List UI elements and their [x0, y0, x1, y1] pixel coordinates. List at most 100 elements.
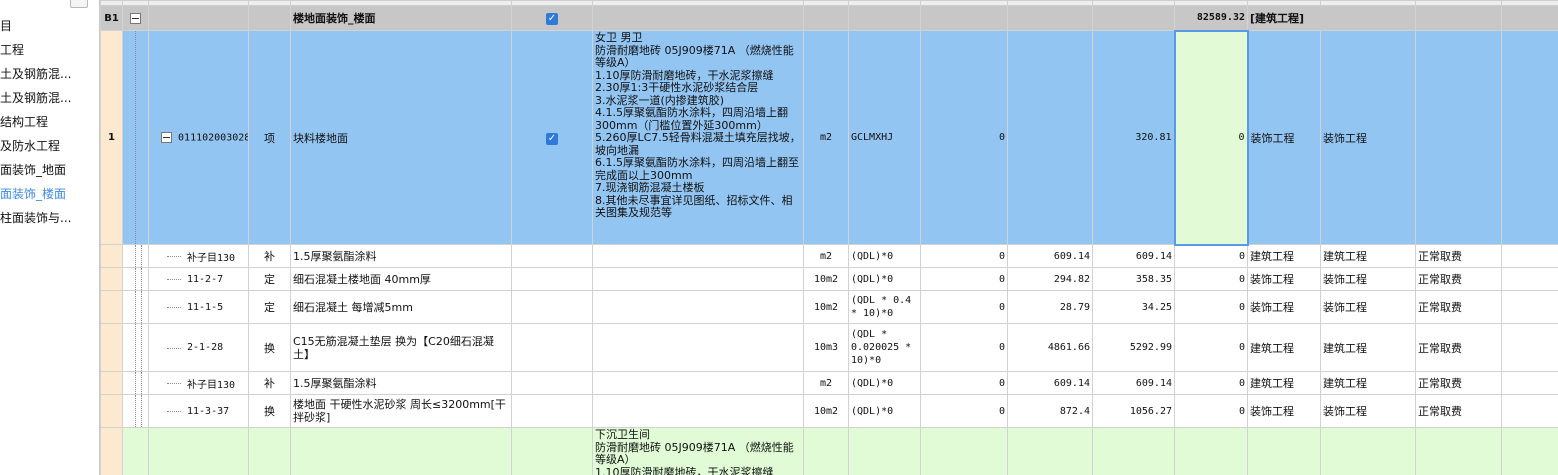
sub-category[interactable]: 装饰工程: [1320, 394, 1416, 428]
sub-code[interactable]: 11-2-7: [148, 267, 249, 291]
row-number-cell: [100, 290, 123, 324]
sub-item-row[interactable]: 2-1-28 换 C15无筋混凝土垫层 换为【C20细石混凝土】 10m3 (QDL *…: [100, 323, 1558, 372]
item-total[interactable]: 0: [1173, 29, 1249, 246]
sub-code[interactable]: 11-3-37: [148, 394, 249, 428]
budget-grid: B1 楼地面装饰_楼面 ✓ 82589.32 [建筑工程] 1 01110200…: [100, 0, 1558, 475]
sub-code-text: 补子目130: [187, 379, 236, 391]
sidebar-item[interactable]: 及防水工程: [0, 136, 98, 156]
next-row-cell: [1247, 427, 1321, 475]
sidebar-scroll-handle[interactable]: [70, 0, 88, 8]
sub-expr[interactable]: (QDL)*0: [848, 371, 921, 395]
item-name[interactable]: 块料楼地面: [290, 30, 512, 245]
sub-category[interactable]: 建筑工程: [1320, 371, 1416, 395]
sub-profession[interactable]: 装饰工程: [1247, 267, 1321, 291]
sidebar-item[interactable]: 土及钢筋混...: [0, 88, 98, 108]
sub-item-row[interactable]: 11-2-7 定细石混凝土楼地面 40mm厚 10m2 (QDL)*0 0 294.82 3…: [100, 267, 1558, 291]
section-price-cell: [1007, 5, 1093, 31]
description-line: 女卫 男卫: [595, 31, 643, 44]
sidebar-item[interactable]: 结构工程: [0, 112, 98, 132]
sub-expr[interactable]: (QDL * 0.020025 * 10)*0: [848, 323, 921, 372]
sub-qty[interactable]: 0: [920, 244, 1008, 268]
item-qty[interactable]: 0: [920, 30, 1008, 245]
sub-code[interactable]: 补子目130: [148, 371, 249, 395]
sub-code[interactable]: 2-1-28: [148, 323, 249, 372]
sub-expr[interactable]: (QDL)*0: [848, 394, 921, 428]
sub-category[interactable]: 装饰工程: [1320, 267, 1416, 291]
sub-item-row[interactable]: 11-3-37 换楼地面 干硬性水泥砂浆 周长≤3200mm[干拌砂浆] 10m2(…: [100, 394, 1558, 428]
sidebar-item[interactable]: 土及钢筋混...: [0, 64, 98, 84]
sub-code[interactable]: 补子目130: [148, 244, 249, 268]
section-check-cell[interactable]: ✓: [511, 5, 593, 31]
item-expr[interactable]: GCLMXHJ: [848, 30, 921, 245]
main-code-cell[interactable]: 011102003028: [148, 30, 249, 245]
item-fee[interactable]: [1415, 30, 1502, 245]
sub-name[interactable]: 1.5厚聚氨酯涂料: [290, 371, 512, 395]
sub-qty[interactable]: 0: [920, 290, 1008, 324]
row-number-cell: [100, 371, 123, 395]
sub-expr[interactable]: (QDL * 0.4 * 10)*0: [848, 290, 921, 324]
description-line: 4.1.5厚聚氨酯防水涂料，四周沿墙上翻300mm（门槛位置外延300mm）: [595, 106, 788, 132]
sub-fee[interactable]: 正常取费: [1415, 244, 1502, 268]
section-collapse-cell[interactable]: [122, 5, 149, 31]
description-line: 1.10厚防滑耐磨地砖，干水泥浆擦缝: [595, 465, 774, 475]
sub-profession[interactable]: 装饰工程: [1247, 290, 1321, 324]
checkbox-checked-icon[interactable]: ✓: [546, 132, 558, 145]
sidebar-item[interactable]: 面装饰_地面: [0, 160, 98, 180]
sub-qty[interactable]: 0: [920, 371, 1008, 395]
sub-unit: m2: [803, 244, 849, 268]
sub-qty[interactable]: 0: [920, 267, 1008, 291]
sub-name[interactable]: 1.5厚聚氨酯涂料: [290, 244, 512, 268]
sub-expr[interactable]: (QDL)*0: [848, 244, 921, 268]
sub-qty[interactable]: 0: [920, 323, 1008, 372]
checkbox-checked-icon[interactable]: ✓: [546, 13, 558, 25]
tree-cell: [122, 371, 149, 395]
main-item-row[interactable]: 1 011102003028 项 块料楼地面 ✓ 女卫 男卫 防滑耐磨地砖 05J…: [100, 29, 1558, 246]
sub-item-row[interactable]: 补子目130 补 1.5厚聚氨酯涂料 m2 (QDL)*0 0 609.14 609.14 0 建…: [100, 244, 1558, 268]
tree-cell: [122, 290, 149, 324]
section-fee-cell: [1501, 5, 1558, 31]
sub-category[interactable]: 装饰工程: [1320, 290, 1416, 324]
item-check-cell[interactable]: ✓: [511, 30, 593, 245]
sub-expr[interactable]: (QDL)*0: [848, 267, 921, 291]
sidebar-item[interactable]: 面装饰_楼面: [0, 184, 98, 204]
sub-name[interactable]: 细石混凝土 每增减5mm: [290, 290, 512, 324]
sub-fee[interactable]: 正常取费: [1415, 267, 1502, 291]
next-row-cell: [1092, 427, 1175, 475]
sub-item-row[interactable]: 补子目130 补 1.5厚聚氨酯涂料 m2 (QDL)*0 0 609.14 609.14 0 建…: [100, 371, 1558, 395]
section-amount-cell: [1092, 5, 1175, 31]
sub-code[interactable]: 11-1-5: [148, 290, 249, 324]
sub-profession[interactable]: 建筑工程: [1247, 371, 1321, 395]
sub-profession[interactable]: 建筑工程: [1247, 244, 1321, 268]
sub-type: 换: [248, 323, 291, 372]
sidebar-item[interactable]: 目: [0, 16, 98, 36]
item-description[interactable]: 女卫 男卫 防滑耐磨地砖 05J909楼71A （燃烧性能等级A） 1.10厚防滑耐…: [592, 30, 804, 245]
section-row[interactable]: B1 楼地面装饰_楼面 ✓ 82589.32 [建筑工程]: [100, 5, 1558, 31]
sidebar-item[interactable]: 工程: [0, 40, 98, 60]
sub-extra-cell: [1501, 394, 1558, 428]
sub-category[interactable]: 建筑工程: [1320, 244, 1416, 268]
sub-fee[interactable]: 正常取费: [1415, 371, 1502, 395]
sub-name[interactable]: C15无筋混凝土垫层 换为【C20细石混凝土】: [290, 323, 512, 372]
item-profession[interactable]: 装饰工程: [1247, 30, 1321, 245]
row-number-cell: [100, 244, 123, 268]
item-category[interactable]: 装饰工程: [1320, 30, 1416, 245]
sub-item-row[interactable]: 11-1-5 定细石混凝土 每增减5mm 10m2 (QDL * 0.4 * 10)*…: [100, 290, 1558, 324]
collapse-icon[interactable]: [161, 131, 172, 143]
sub-qty[interactable]: 0: [920, 394, 1008, 428]
sub-fee[interactable]: 正常取费: [1415, 290, 1502, 324]
sub-name[interactable]: 楼地面 干硬性水泥砂浆 周长≤3200mm[干拌砂浆]: [290, 394, 512, 428]
item-type: 项: [248, 30, 291, 245]
sub-amount: 5292.99: [1092, 323, 1175, 372]
sub-profession[interactable]: 装饰工程: [1247, 394, 1321, 428]
next-item-description: 下沉卫生间 防滑耐磨地砖 05J909楼71A （燃烧性能等级A） 1.10厚防滑耐…: [592, 427, 804, 475]
sub-fee[interactable]: 正常取费: [1415, 323, 1502, 372]
item-price: [1007, 30, 1093, 245]
collapse-icon[interactable]: [130, 13, 141, 24]
sub-check-cell: [511, 244, 593, 268]
sub-fee[interactable]: 正常取费: [1415, 394, 1502, 428]
sub-profession[interactable]: 建筑工程: [1247, 323, 1321, 372]
next-item-row[interactable]: 下沉卫生间 防滑耐磨地砖 05J909楼71A （燃烧性能等级A） 1.10厚防滑耐…: [100, 427, 1558, 475]
sidebar-item[interactable]: 柱面装饰与...: [0, 208, 98, 228]
sub-category[interactable]: 建筑工程: [1320, 323, 1416, 372]
sub-name[interactable]: 细石混凝土楼地面 40mm厚: [290, 267, 512, 291]
